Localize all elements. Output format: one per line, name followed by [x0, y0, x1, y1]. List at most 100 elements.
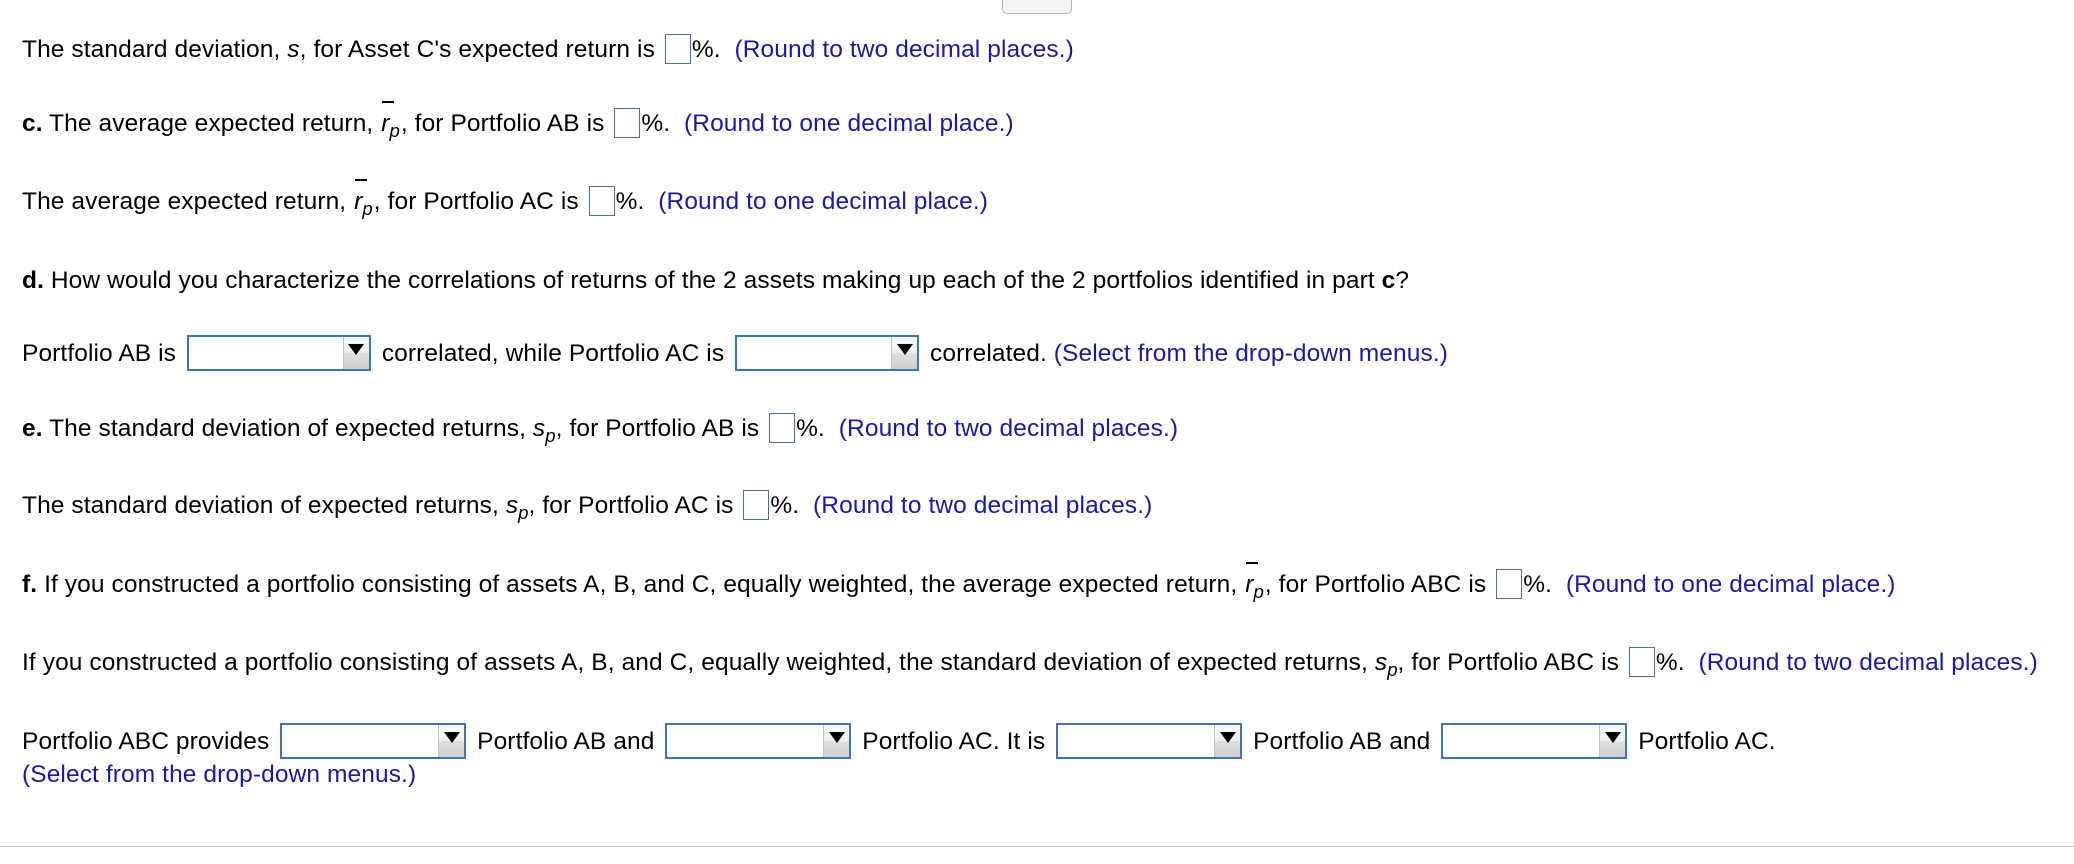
d-text-1: How would you characterize the correlati…: [43, 267, 1382, 295]
variable-r: r: [381, 109, 390, 137]
asset-c-text-2: , for Asset C's expected return is: [299, 36, 662, 63]
answer-input-portfolio-ab-std-dev[interactable]: [769, 413, 796, 443]
hint-asset-c-rounding: (Round to two decimal places.): [734, 36, 1074, 63]
asset-c-percent: %.: [691, 36, 721, 63]
statement-e-portfolio-ac-std-dev: The standard deviation of expected retur…: [0, 490, 2074, 525]
statement-asset-c-std-dev: The standard deviation, s, for Asset C's…: [0, 34, 2074, 66]
d-text-2: ?: [1395, 267, 1410, 295]
dropdown-abc-vs-ab-risk[interactable]: [1056, 722, 1243, 759]
c1-text-1: The average expected return,: [42, 109, 381, 137]
f2-percent: %.: [1655, 649, 1685, 677]
variable-r-bar-p: rp: [381, 100, 400, 143]
hint-e2-rounding: (Round to two decimal places.): [813, 492, 1153, 520]
f-select-text-4: Portfolio AB and: [1246, 727, 1438, 755]
variable-r-bar-p: rp: [1245, 561, 1264, 604]
chevron-down-icon: [443, 731, 460, 743]
c1-percent: %.: [641, 109, 671, 137]
subscript-p: p: [545, 424, 556, 446]
f2-text-1: If you constructed a portfolio consistin…: [22, 649, 1375, 677]
question-body: The standard deviation, s, for Asset C's…: [0, 0, 2074, 790]
f1-percent: %.: [1523, 571, 1552, 599]
dropdown-arrow-button[interactable]: [891, 337, 918, 369]
statement-d-question: d. How would you characterize the correl…: [0, 265, 2074, 297]
f-select-text-5: Portfolio AC.: [1631, 727, 1776, 755]
part-label-f: f.: [22, 571, 38, 599]
answer-input-portfolio-ac-return[interactable]: [588, 186, 615, 216]
answer-input-portfolio-ab-return[interactable]: [614, 107, 641, 138]
chevron-down-icon: [1604, 731, 1621, 743]
variable-s-p: sp: [1375, 649, 1398, 680]
answer-input-portfolio-ac-std-dev[interactable]: [743, 490, 770, 521]
e2-text-2: , for Portfolio AC is: [528, 492, 741, 520]
part-label-c: c.: [22, 109, 43, 137]
part-label-e: e.: [22, 415, 43, 442]
f1-text-2: , for Portfolio ABC is: [1264, 571, 1494, 599]
subscript-p: p: [1253, 581, 1264, 603]
statement-e-portfolio-ab-std-dev: e. The standard deviation of expected re…: [0, 413, 2074, 448]
c2-text-1: The average expected return,: [22, 188, 354, 215]
dropdown-arrow-button[interactable]: [1599, 724, 1626, 757]
answer-row-d-correlations: Portfolio AB is correlated, while Portfo…: [0, 335, 2074, 371]
dropdown-portfolio-ab-correlation[interactable]: [186, 335, 371, 371]
e1-text-2: , for Portfolio AB is: [555, 415, 767, 442]
hint-d-select: (Select from the drop-down menus.): [1053, 340, 1448, 367]
chevron-down-icon: [348, 344, 365, 355]
hint-f2-rounding: (Round to two decimal places.): [1698, 649, 2038, 677]
c2-percent: %.: [615, 188, 645, 215]
variable-s: s: [505, 492, 519, 520]
dropdown-arrow-button[interactable]: [1214, 724, 1241, 757]
c1-text-2: , for Portfolio AB is: [400, 109, 612, 137]
d-select-text-3: correlated.: [923, 340, 1054, 367]
variable-s-p: sp: [505, 492, 529, 523]
statement-c-portfolio-ac-return: The average expected return, rp, for Por…: [0, 178, 2074, 221]
e1-percent: %.: [796, 415, 825, 442]
bottom-divider: [0, 846, 2074, 847]
variable-r: r: [1245, 571, 1254, 599]
dropdown-portfolio-ac-correlation[interactable]: [735, 335, 920, 371]
subscript-p: p: [518, 502, 529, 524]
dropdown-abc-vs-ab-return[interactable]: [280, 722, 467, 759]
e2-percent: %.: [770, 492, 800, 520]
variable-s: s: [532, 415, 546, 442]
answer-input-portfolio-abc-std-dev[interactable]: [1628, 647, 1655, 678]
statement-f-portfolio-abc-std-dev: If you constructed a portfolio consistin…: [0, 647, 2074, 682]
subscript-p: p: [1387, 659, 1398, 681]
dropdown-arrow-button[interactable]: [342, 337, 369, 369]
overbar: [382, 100, 395, 103]
dropdown-abc-vs-ac-return[interactable]: [665, 722, 852, 759]
hint-f1-rounding: (Round to one decimal place.): [1565, 571, 1896, 599]
overbar: [355, 178, 368, 181]
e2-text-1: The standard deviation of expected retur…: [22, 492, 506, 520]
hint-e1-rounding: (Round to two decimal places.): [838, 415, 1179, 442]
answer-row-f-comparisons: Portfolio ABC provides Portfolio AB and …: [0, 722, 2074, 791]
statement-c-portfolio-ab-return: c. The average expected return, rp, for …: [0, 100, 2074, 143]
part-reference-c: c: [1381, 267, 1396, 295]
chevron-down-icon: [896, 344, 913, 355]
chevron-down-icon: [1219, 731, 1236, 743]
answer-input-portfolio-abc-return[interactable]: [1496, 569, 1523, 600]
variable-s: s: [287, 36, 300, 63]
e1-text-1: The standard deviation of expected retur…: [42, 415, 533, 442]
f-select-text-3: Portfolio AC. It is: [855, 727, 1053, 755]
asset-c-text-1: The standard deviation,: [22, 36, 288, 63]
d-select-text-1: Portfolio AB is: [22, 340, 183, 367]
answer-input-asset-c-std-dev[interactable]: [664, 34, 691, 64]
d-select-text-2: correlated, while Portfolio AC is: [374, 340, 732, 367]
hint-c2-rounding: (Round to one decimal place.): [658, 188, 989, 215]
dropdown-arrow-button[interactable]: [438, 724, 465, 757]
variable-s-p: sp: [532, 415, 556, 446]
dropdown-abc-vs-ac-risk[interactable]: [1441, 722, 1628, 759]
statement-f-portfolio-abc-return: f. If you constructed a portfolio consis…: [0, 561, 2074, 604]
chevron-down-icon: [828, 731, 845, 743]
c2-text-2: , for Portfolio AC is: [373, 188, 586, 215]
variable-r-bar-p: rp: [354, 178, 373, 221]
f-select-text-2: Portfolio AB and: [470, 727, 662, 755]
f-select-text-1: Portfolio ABC provides: [22, 727, 277, 755]
subscript-p: p: [389, 119, 400, 141]
f2-text-2: , for Portfolio ABC is: [1397, 649, 1626, 677]
dropdown-arrow-button[interactable]: [823, 724, 850, 757]
overbar: [1246, 561, 1259, 564]
part-label-d: d.: [22, 267, 44, 295]
subscript-p: p: [362, 197, 373, 219]
f1-text-1: If you constructed a portfolio consistin…: [37, 571, 1245, 599]
